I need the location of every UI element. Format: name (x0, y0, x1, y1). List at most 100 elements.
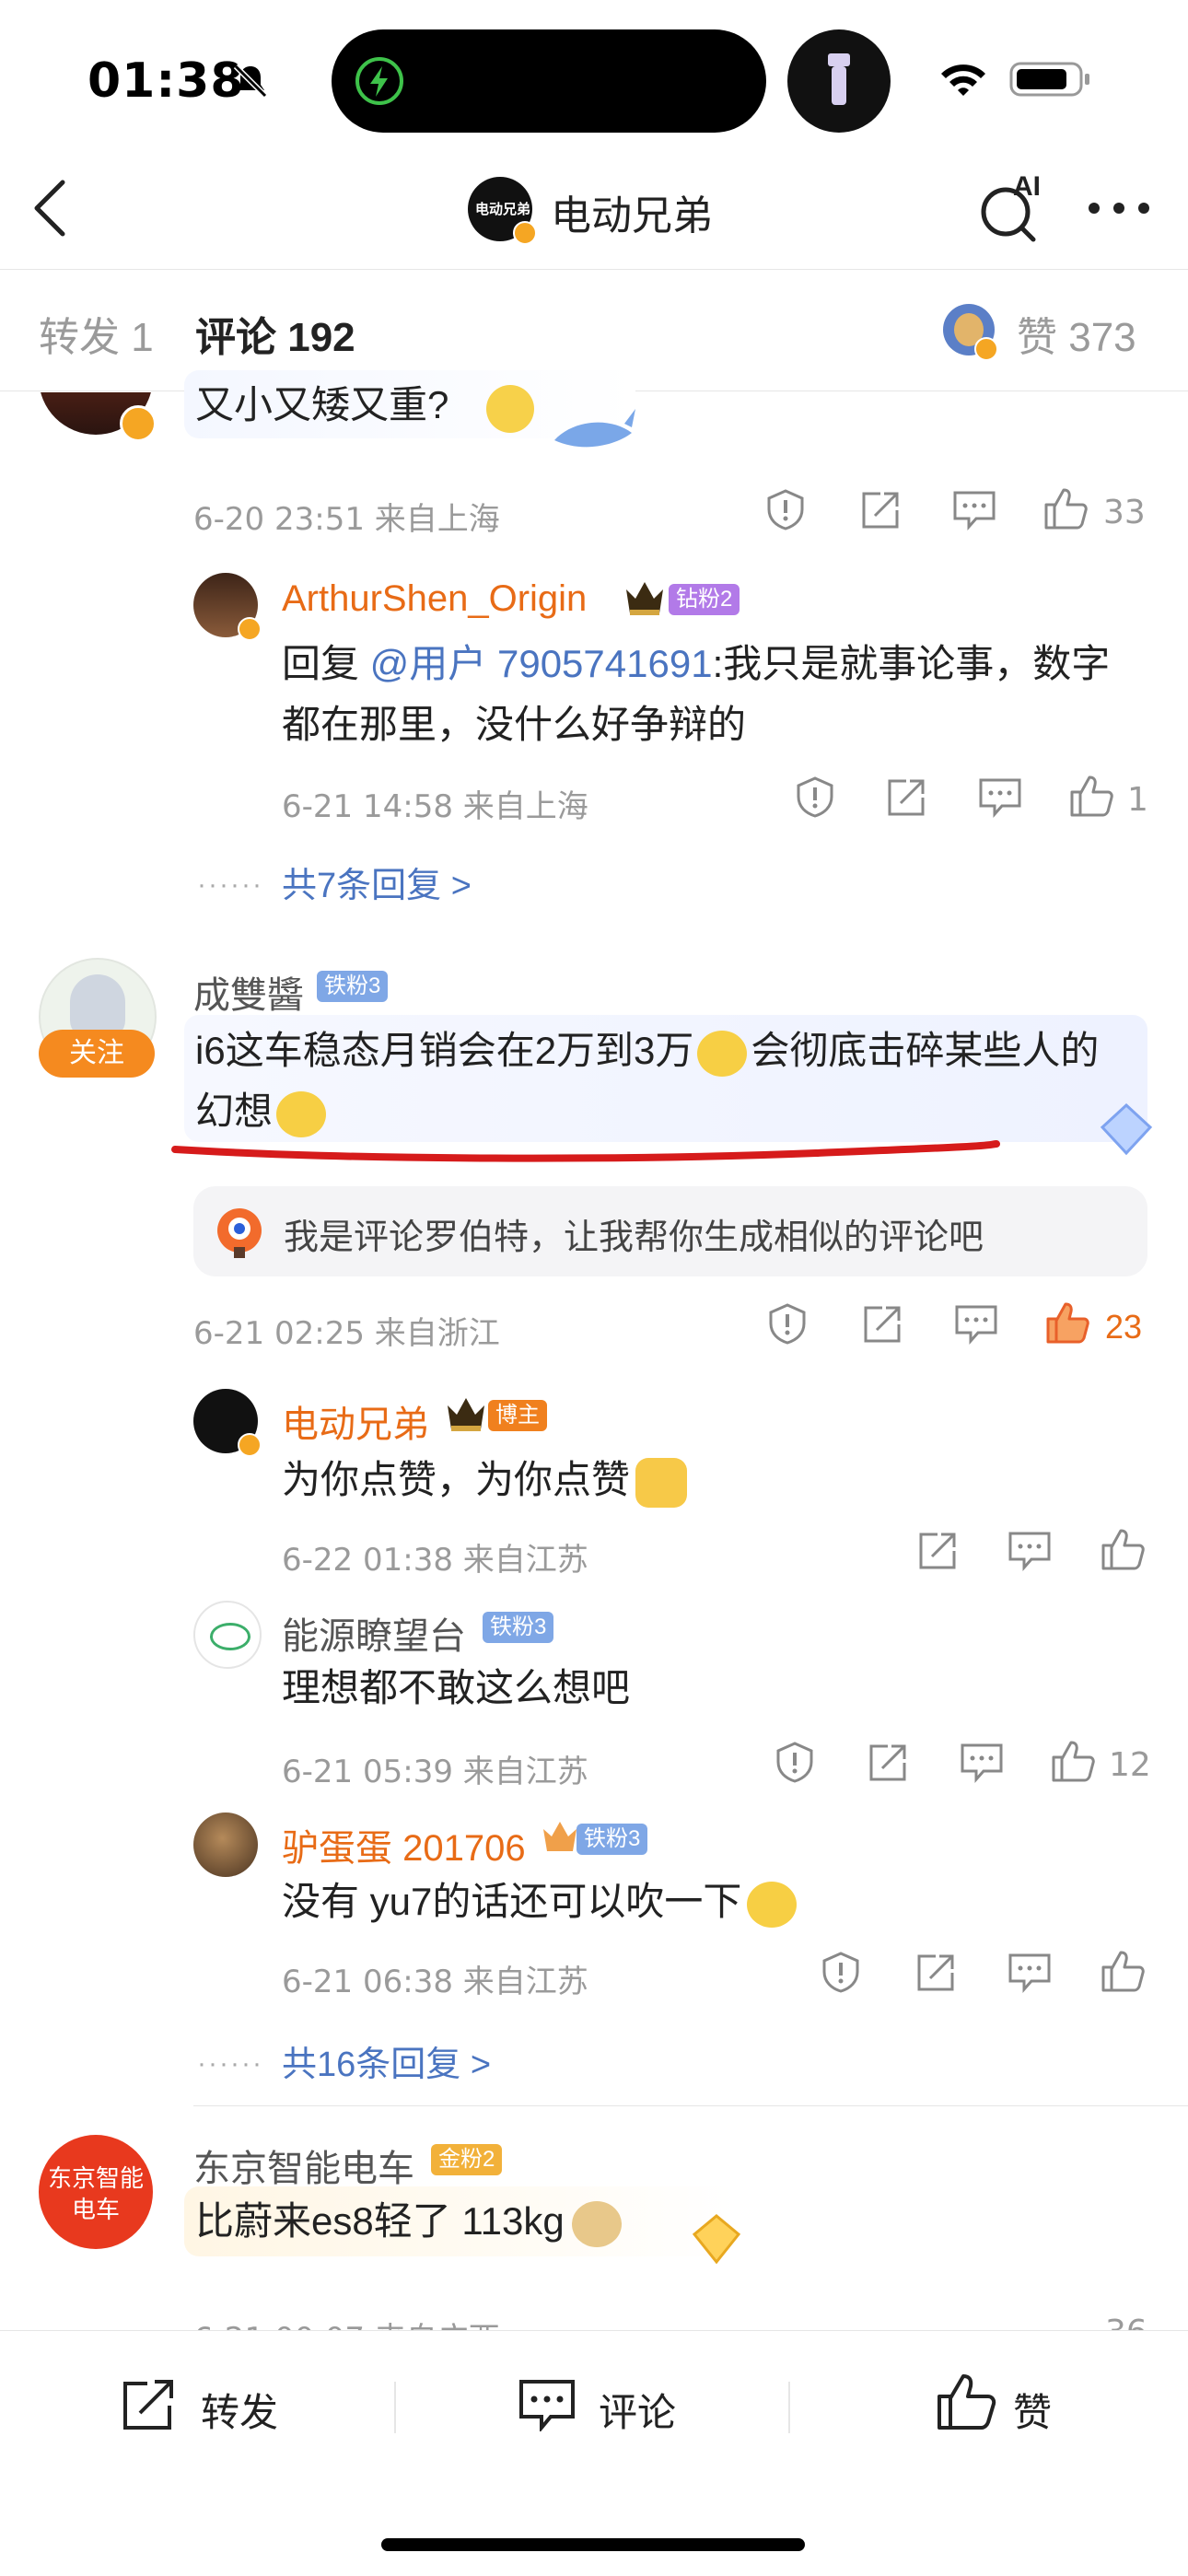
share-icon[interactable] (915, 1952, 956, 1993)
bottom-like-button[interactable]: 赞 (936, 2372, 1065, 2435)
battery-icon (1009, 62, 1089, 97)
comment2-time: 6-21 02:25 来自浙江 (193, 1315, 500, 1352)
bottom-repost-label: 转发 (201, 2391, 279, 2434)
bottom-separator (394, 2382, 396, 2433)
report-icon[interactable] (820, 1951, 862, 1993)
comment1-time: 6-20 23:51 来自上海 (193, 501, 500, 538)
reply-like-count: 12 (1109, 1746, 1151, 1784)
comment1-text: 又小又矮又重? (195, 383, 449, 426)
share-icon[interactable] (917, 1531, 958, 1571)
diamond-icon (1100, 1102, 1153, 1156)
follow-button[interactable]: 关注 (39, 1030, 155, 1078)
comment3-author-name[interactable]: 东京智能电车 (193, 2139, 414, 2192)
comment-icon[interactable] (960, 1743, 1004, 1783)
verified-badge-icon (974, 337, 998, 361)
back-icon[interactable] (31, 179, 68, 238)
like-icon (938, 2374, 996, 2430)
reply-like-count: 1 (1127, 781, 1148, 819)
comment-icon[interactable] (1007, 1952, 1052, 1993)
reply-time: 6-21 05:39 来自江苏 (282, 1754, 588, 1790)
reply-text: 回复 @用户 7905741691:我只是就事论事，数字都在那里，没什么好争辩的 (282, 642, 1111, 746)
nav-divider (0, 269, 1188, 270)
silent-bell-icon (233, 64, 268, 99)
crown-icon (626, 582, 663, 615)
tab-comments[interactable]: 评论 192 (195, 304, 355, 363)
home-indicator[interactable] (381, 2538, 805, 2551)
page-title: 电动兄弟 (551, 193, 713, 239)
bottom-comment-button[interactable]: 评论 (518, 2376, 702, 2434)
bottom-comment-label: 评论 (599, 2391, 677, 2434)
comment2-author-name[interactable]: 成雙醬 (193, 965, 304, 1019)
tab-repost[interactable]: 转发 1 (39, 304, 154, 363)
laugh-cry-emoji-icon (747, 1881, 798, 1928)
smile-emoji-icon (486, 385, 534, 433)
bottom-repost-button[interactable]: 转发 (120, 2376, 304, 2434)
comment-icon[interactable] (954, 1304, 998, 1345)
comment-icon[interactable] (952, 490, 996, 530)
reply-time: 6-21 06:38 来自江苏 (282, 1964, 588, 2000)
reply-time: 6-21 14:58 来自上海 (282, 788, 588, 825)
share-icon[interactable] (860, 490, 901, 530)
doge-emoji-icon (571, 2200, 622, 2247)
verified-badge-icon (513, 221, 537, 245)
report-icon[interactable] (774, 1741, 816, 1783)
fan-badge: 钻粉2 (669, 584, 740, 615)
reply-avatar[interactable] (193, 1813, 258, 1877)
ai-label: AI (1013, 171, 1041, 202)
like-icon[interactable] (1100, 1949, 1146, 1993)
reply-time: 6-22 01:38 来自江苏 (282, 1542, 588, 1579)
fan-level-icon (543, 1822, 577, 1851)
status-time: 01:38 (87, 53, 245, 109)
tab-likes[interactable]: 赞 373 (1017, 304, 1136, 363)
like-icon[interactable] (1042, 486, 1089, 530)
fan-badge: 铁粉3 (577, 1824, 648, 1855)
wifi-icon (941, 64, 985, 96)
share-icon (123, 2380, 173, 2430)
comment2-like-count: 23 (1105, 1308, 1143, 1346)
comment-divider (193, 2105, 1188, 2106)
robot-icon (217, 1208, 262, 1258)
mention-link[interactable]: @用户 7905741691 (370, 642, 713, 685)
blogger-badge: 博主 (488, 1400, 547, 1431)
more-replies-link-1[interactable]: 共7条回复 > (282, 857, 472, 907)
comment3-text: 比蔚来es8轻了 113kg (195, 2197, 622, 2247)
share-icon[interactable] (886, 777, 926, 818)
nav-avatar-logo: 电动兄弟 (475, 202, 531, 217)
comment3-avatar[interactable]: 东京智能电车 (39, 2135, 153, 2249)
dotted-leader: ······ (197, 2048, 263, 2079)
comment-icon[interactable] (1007, 1531, 1052, 1571)
reply-text: 为你点赞，为你点赞 (282, 1450, 688, 1510)
comment1-like-count: 33 (1103, 494, 1146, 531)
reply-author-name[interactable]: 驴蛋蛋 201706 (282, 1818, 526, 1871)
bottom-separator (788, 2382, 790, 2433)
report-icon[interactable] (766, 1302, 809, 1345)
crown-icon (448, 1398, 484, 1431)
comment2-text: i6这车稳态月销会在2万到3万 会彻底击碎某些人的幻想 (195, 1020, 1116, 1142)
more-icon[interactable] (1087, 201, 1151, 216)
dotted-leader: ······ (197, 869, 263, 900)
thumbs-up-emoji-icon (635, 1457, 688, 1508)
more-replies-link-2[interactable]: 共16条回复 > (282, 2035, 491, 2086)
reply-author-name[interactable]: ArthurShen_Origin (282, 578, 587, 620)
reply-author-name[interactable]: 电动兄弟 (282, 1394, 429, 1448)
comment-icon[interactable] (978, 777, 1022, 818)
reply-text: 没有 yu7的话还可以吹一下 (282, 1871, 798, 1932)
share-icon[interactable] (862, 1304, 903, 1345)
reply-text: 理想都不敢这么想吧 (282, 1666, 631, 1709)
fan-badge: 金粉2 (431, 2144, 503, 2175)
share-icon[interactable] (868, 1743, 908, 1783)
bottom-like-label: 赞 (1013, 2391, 1053, 2434)
whale-icon (554, 409, 635, 448)
gold-diamond-icon (692, 2214, 741, 2265)
like-icon-active[interactable] (1044, 1300, 1090, 1345)
reply-avatar[interactable] (193, 1601, 262, 1669)
reply-author-name[interactable]: 能源瞭望台 (282, 1606, 466, 1660)
like-icon[interactable] (1050, 1739, 1096, 1783)
shocked-emoji-icon (697, 1030, 748, 1077)
robot-prompt-text: 我是评论罗伯特，让我帮你生成相似的评论吧 (284, 1218, 984, 1257)
like-icon[interactable] (1100, 1527, 1146, 1571)
report-icon[interactable] (764, 488, 807, 530)
report-icon[interactable] (794, 775, 836, 818)
comment-icon (519, 2380, 575, 2431)
like-icon[interactable] (1068, 774, 1114, 818)
